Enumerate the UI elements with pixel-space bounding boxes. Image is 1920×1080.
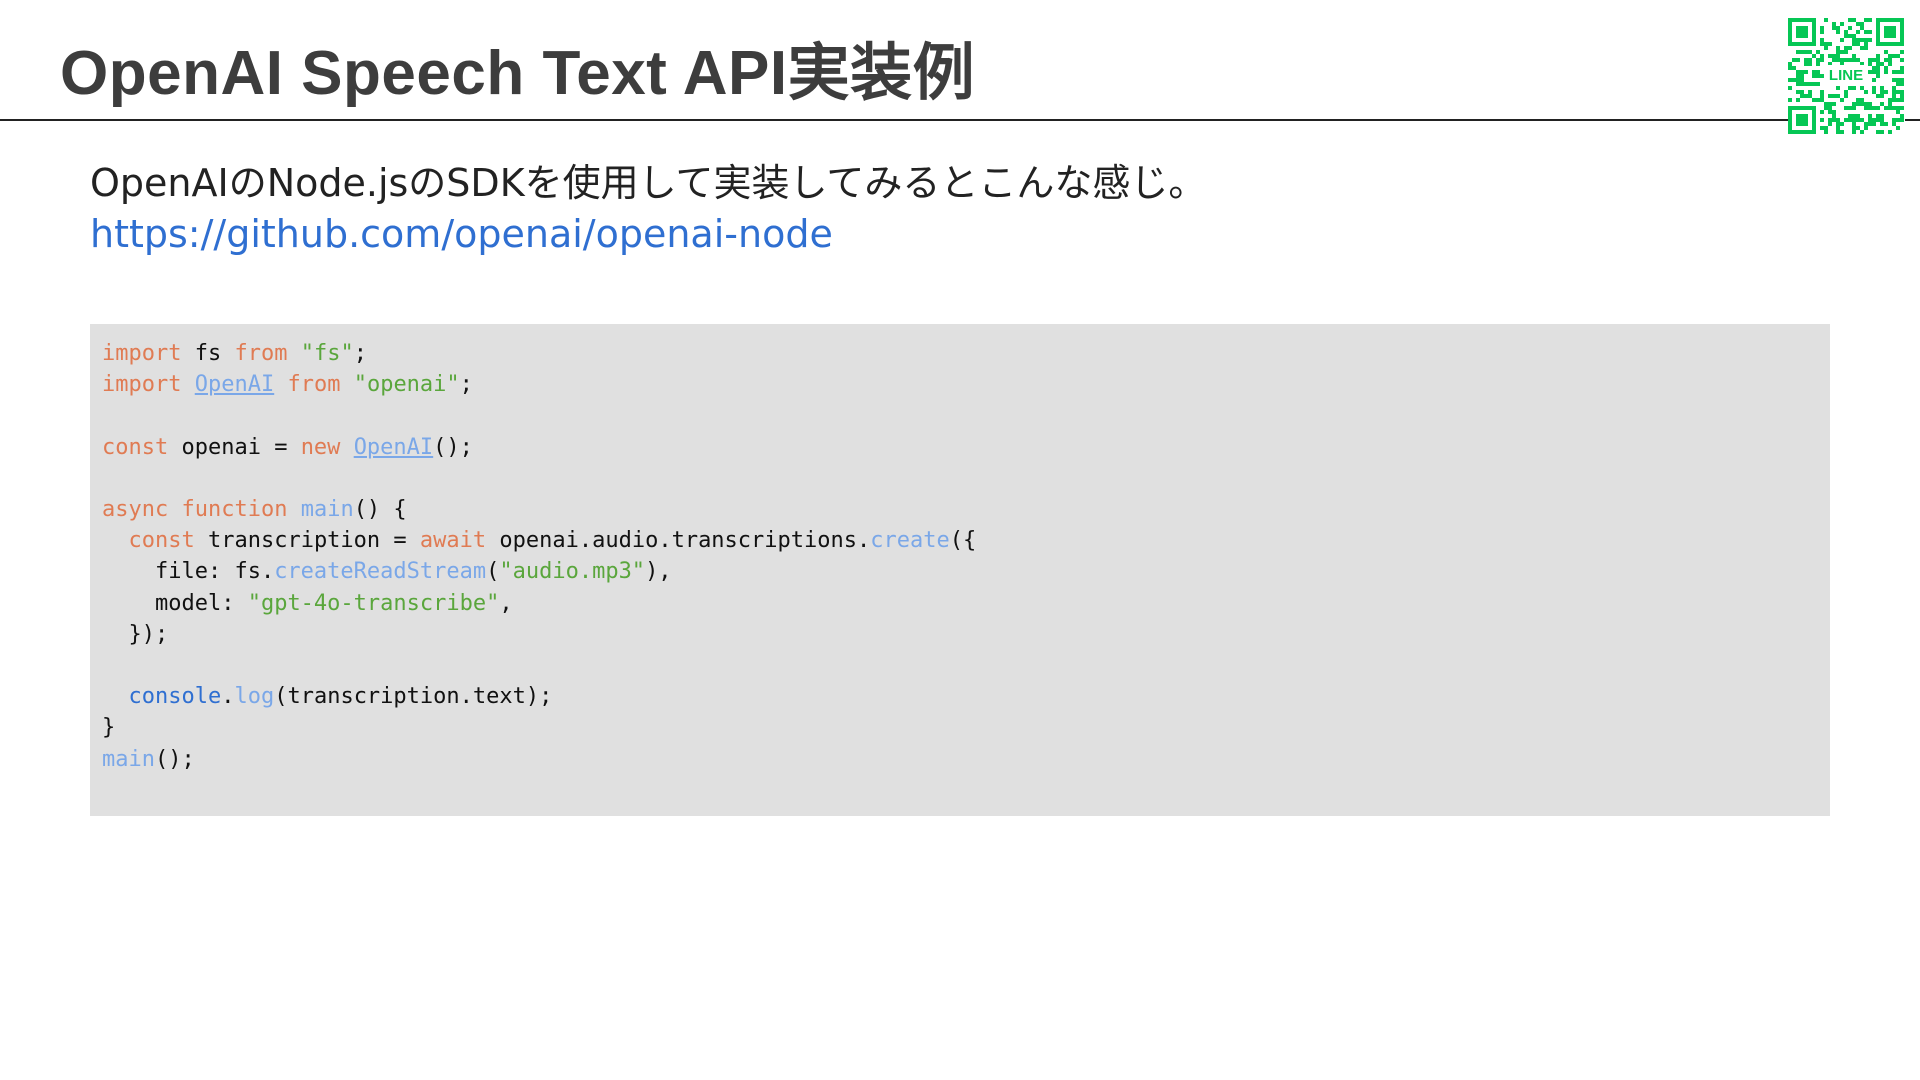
code-content: import fs from "fs"; import OpenAI from … xyxy=(102,338,976,775)
slide-title: OpenAI Speech Text API実装例 xyxy=(60,39,976,108)
title-divider-tail xyxy=(1905,119,1920,121)
code-token: import xyxy=(102,341,182,366)
code-token: async xyxy=(102,497,169,523)
code-line: const transcription = await openai.audio… xyxy=(102,528,977,554)
code-token: log xyxy=(234,684,275,710)
slide: OpenAI Speech Text API実装例 LINE OpenAIのNo… xyxy=(0,0,1920,1080)
code-token: new xyxy=(300,434,341,460)
code-token: ( xyxy=(486,559,500,585)
code-token: ), xyxy=(645,559,672,585)
title-divider xyxy=(0,119,1788,121)
code-token: "openai" xyxy=(353,372,460,398)
code-block: import fs from "fs"; import OpenAI from … xyxy=(90,324,1830,816)
line-qr-code-icon: LINE xyxy=(1788,18,1904,134)
code-token: main xyxy=(300,497,354,523)
code-token: (); xyxy=(154,746,195,772)
code-token: OpenAI xyxy=(353,434,434,460)
code-token: createReadStream xyxy=(274,559,487,585)
code-token: create xyxy=(870,528,950,554)
qr-finder xyxy=(1876,18,1904,46)
github-link[interactable]: https://github.com/openai/openai-node xyxy=(90,212,833,256)
code-token: console xyxy=(128,684,222,710)
code-line: import OpenAI from "openai"; xyxy=(102,372,473,397)
code-token: "gpt-4o-transcribe" xyxy=(247,590,500,616)
code-token: openai = xyxy=(168,434,301,460)
code-token: file: fs. xyxy=(102,559,275,585)
code-line: const openai = new OpenAI(); xyxy=(102,435,473,460)
code-token: const xyxy=(128,528,195,554)
code-token: ({ xyxy=(949,528,977,554)
code-token: model: xyxy=(102,590,248,616)
code-token: from xyxy=(287,372,341,398)
code-line: } xyxy=(102,715,115,740)
code-token: "audio.mp3" xyxy=(499,559,646,585)
code-token: (); xyxy=(433,434,473,460)
code-token: . xyxy=(221,684,235,710)
code-token: (transcription.text); xyxy=(274,684,553,710)
code-line: }); xyxy=(102,622,168,647)
code-line: model: "gpt-4o-transcribe", xyxy=(102,591,513,616)
code-line: import fs from "fs"; xyxy=(102,341,367,366)
code-line: console.log(transcription.text); xyxy=(102,684,553,710)
qr-finder xyxy=(1788,106,1816,134)
code-token: } xyxy=(102,715,116,741)
code-token: main xyxy=(102,746,155,772)
line-badge: LINE xyxy=(1824,65,1868,86)
code-token: transcription = xyxy=(194,528,420,554)
qr-finder xyxy=(1788,18,1816,46)
code-token: await xyxy=(419,528,487,554)
intro-text: OpenAIのNode.jsのSDKを使用して実装してみるとこんな感じ。 xyxy=(90,161,1207,205)
code-token: openai.audio.transcriptions. xyxy=(486,528,871,554)
code-token: const xyxy=(102,434,169,460)
code-token: function xyxy=(181,497,288,523)
code-token: ; xyxy=(459,372,473,398)
code-token: , xyxy=(499,590,513,616)
code-token: ; xyxy=(353,341,367,366)
code-token: from xyxy=(234,341,288,366)
code-token: }); xyxy=(102,621,169,647)
code-token: OpenAI xyxy=(194,372,275,398)
code-line: file: fs.createReadStream("audio.mp3"), xyxy=(102,559,672,584)
code-token: "fs" xyxy=(300,341,354,366)
code-line: async function main() { xyxy=(102,497,407,522)
code-token: () { xyxy=(353,497,407,523)
code-token: fs xyxy=(181,341,235,366)
code-token: import xyxy=(102,372,182,398)
code-line: main(); xyxy=(102,747,195,772)
